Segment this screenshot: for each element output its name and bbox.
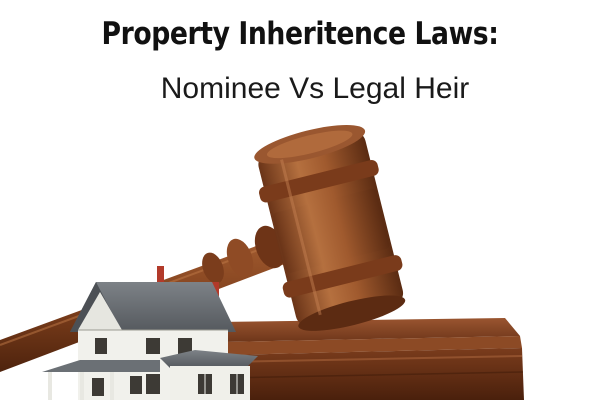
image-canvas: Property Inheritence Laws: Nominee Vs Le… bbox=[0, 0, 600, 400]
page-title: Property Inheritence Laws: bbox=[101, 16, 499, 52]
sound-block bbox=[215, 318, 524, 400]
gavel-house-illustration bbox=[0, 125, 524, 400]
page-subtitle: Nominee Vs Legal Heir bbox=[160, 72, 470, 105]
